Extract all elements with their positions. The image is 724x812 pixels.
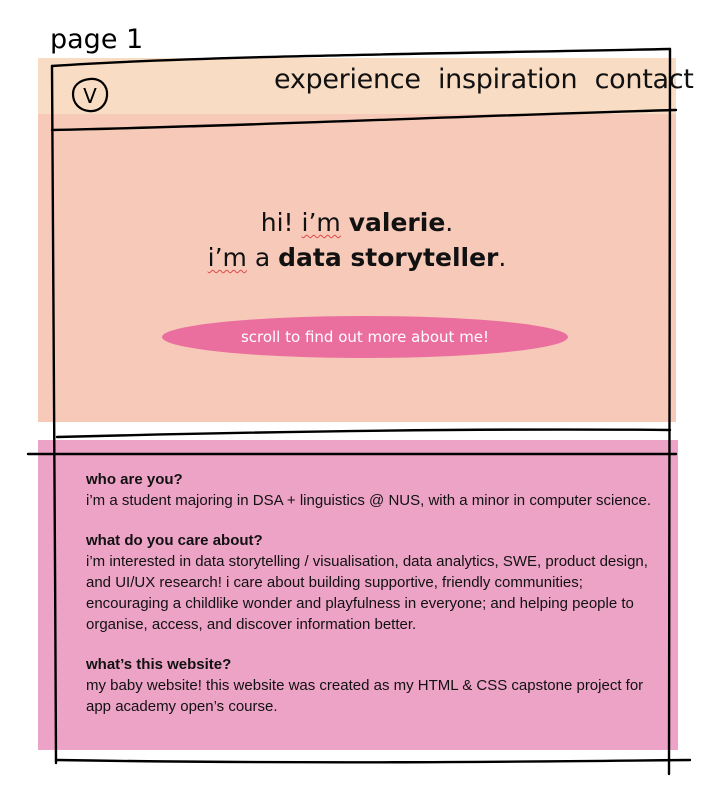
about-question: what do you care about?: [86, 532, 263, 549]
hero-heading: hi! i’m valerie. i’m a data storyteller.: [38, 205, 676, 275]
about-answer: i’m a student majoring in DSA + linguist…: [86, 492, 652, 509]
page-label: page 1: [50, 24, 144, 55]
hero-line-1: hi! i’m valerie.: [260, 208, 454, 237]
about-question: who are you?: [86, 471, 183, 488]
main-nav: experience inspiration contact: [274, 64, 694, 95]
about-section: who are you? i’m a student majoring in D…: [86, 469, 656, 736]
about-answer: my baby website! this website was create…: [86, 677, 644, 715]
nav-contact[interactable]: contact: [595, 64, 694, 95]
hero-role: data storyteller: [278, 243, 499, 272]
hero-name: valerie: [348, 208, 446, 237]
logo-icon[interactable]: V: [70, 76, 110, 114]
nav-inspiration[interactable]: inspiration: [438, 64, 578, 95]
about-question: what’s this website?: [86, 656, 232, 673]
nav-experience[interactable]: experience: [274, 64, 421, 95]
hero-line-2: i’m a data storyteller.: [207, 243, 507, 272]
about-answer: i’m interested in data storytelling / vi…: [86, 553, 648, 633]
logo-letter: V: [83, 84, 97, 108]
scroll-cta-button[interactable]: scroll to find out more about me!: [162, 316, 568, 358]
